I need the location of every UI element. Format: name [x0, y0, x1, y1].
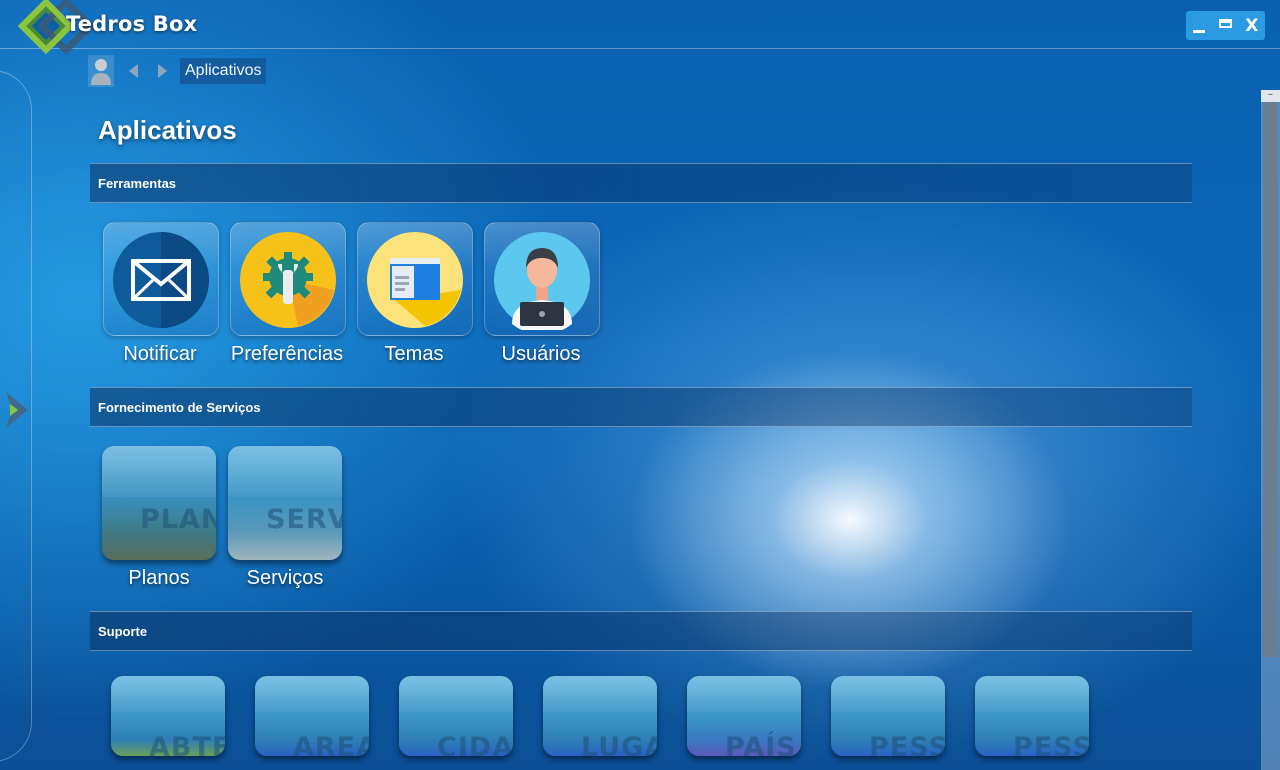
arrow-right-icon[interactable] [154, 63, 170, 79]
app-tile-servicos[interactable]: SERV [228, 446, 342, 560]
tile-watermark: AREA [293, 732, 369, 756]
app-tile-support-6[interactable]: PESS [831, 676, 945, 756]
app-tile-usuarios[interactable] [484, 222, 600, 336]
breadcrumb[interactable]: Aplicativos [180, 58, 267, 84]
close-button[interactable]: X [1242, 16, 1262, 36]
tile-watermark: PESS [1013, 732, 1089, 756]
maximize-icon [1218, 19, 1232, 28]
app-label-usuarios[interactable]: Usuários [484, 343, 598, 366]
app-tile-temas[interactable] [357, 222, 473, 336]
tile-watermark: SERV [266, 504, 342, 535]
tile-gloss [102, 446, 216, 498]
tile-watermark: PESS [869, 732, 945, 756]
section-title: Ferramentas [98, 175, 177, 191]
app-tile-planos[interactable]: PLAN [102, 446, 216, 560]
tile-gloss [228, 446, 342, 498]
tile-watermark: LUGA [581, 732, 657, 756]
app-tile-support-1[interactable]: ABTE [111, 676, 225, 756]
minimize-button[interactable] [1189, 16, 1209, 36]
theme-window-icon [367, 232, 463, 328]
user-avatar-icon [494, 232, 590, 330]
app-label-notificar[interactable]: Notificar [103, 343, 217, 366]
nav-bar: Aplicativos [88, 55, 267, 87]
user-icon[interactable] [88, 55, 114, 87]
app-label-preferencias[interactable]: Preferências [222, 343, 352, 366]
minimize-icon [1193, 30, 1206, 33]
arrow-left-icon[interactable] [126, 63, 142, 79]
side-panel-toggle-icon[interactable] [4, 390, 30, 430]
app-tile-notificar[interactable] [103, 222, 219, 336]
tile-gloss [831, 676, 945, 712]
vertical-scrollbar[interactable]: – [1261, 90, 1280, 770]
envelope-icon [113, 232, 209, 328]
tile-gloss [111, 676, 225, 712]
tile-gloss [543, 676, 657, 712]
tile-gloss [399, 676, 513, 712]
tile-watermark: PLAN [140, 504, 216, 535]
tile-watermark: CIDA [437, 732, 513, 756]
app-tile-support-2[interactable]: AREA [255, 676, 369, 756]
app-label-servicos[interactable]: Serviços [220, 567, 350, 590]
scroll-up-icon[interactable]: – [1261, 90, 1280, 102]
tile-gloss [255, 676, 369, 712]
section-header-suporte: Suporte [90, 611, 1192, 651]
app-label-planos[interactable]: Planos [102, 567, 216, 590]
app-title: Tedros Box [66, 12, 198, 36]
section-header-fornecimento: Fornecimento de Serviços [90, 387, 1192, 427]
app-label-temas[interactable]: Temas [357, 343, 471, 366]
gear-wrench-icon [240, 232, 336, 328]
maximize-button[interactable] [1215, 16, 1235, 36]
app-tile-support-4[interactable]: LUGA [543, 676, 657, 756]
section-title: Suporte [98, 623, 148, 639]
tile-gloss [687, 676, 801, 712]
app-tile-support-5[interactable]: PAÍS [687, 676, 801, 756]
app-tile-preferencias[interactable] [230, 222, 346, 336]
tile-watermark: PAÍS [725, 732, 797, 756]
section-title: Fornecimento de Serviços [98, 399, 261, 415]
tile-watermark: ABTE [149, 732, 225, 756]
app-tile-support-3[interactable]: CIDA [399, 676, 513, 756]
app-tile-support-7[interactable]: PESS [975, 676, 1089, 756]
section-header-ferramentas: Ferramentas [90, 163, 1192, 203]
scroll-thumb[interactable] [1263, 102, 1278, 657]
tile-gloss [975, 676, 1089, 712]
window-controls: X [1186, 11, 1265, 40]
page-title: Aplicativos [98, 115, 237, 145]
title-bar: Tedros Box X [0, 0, 1280, 55]
